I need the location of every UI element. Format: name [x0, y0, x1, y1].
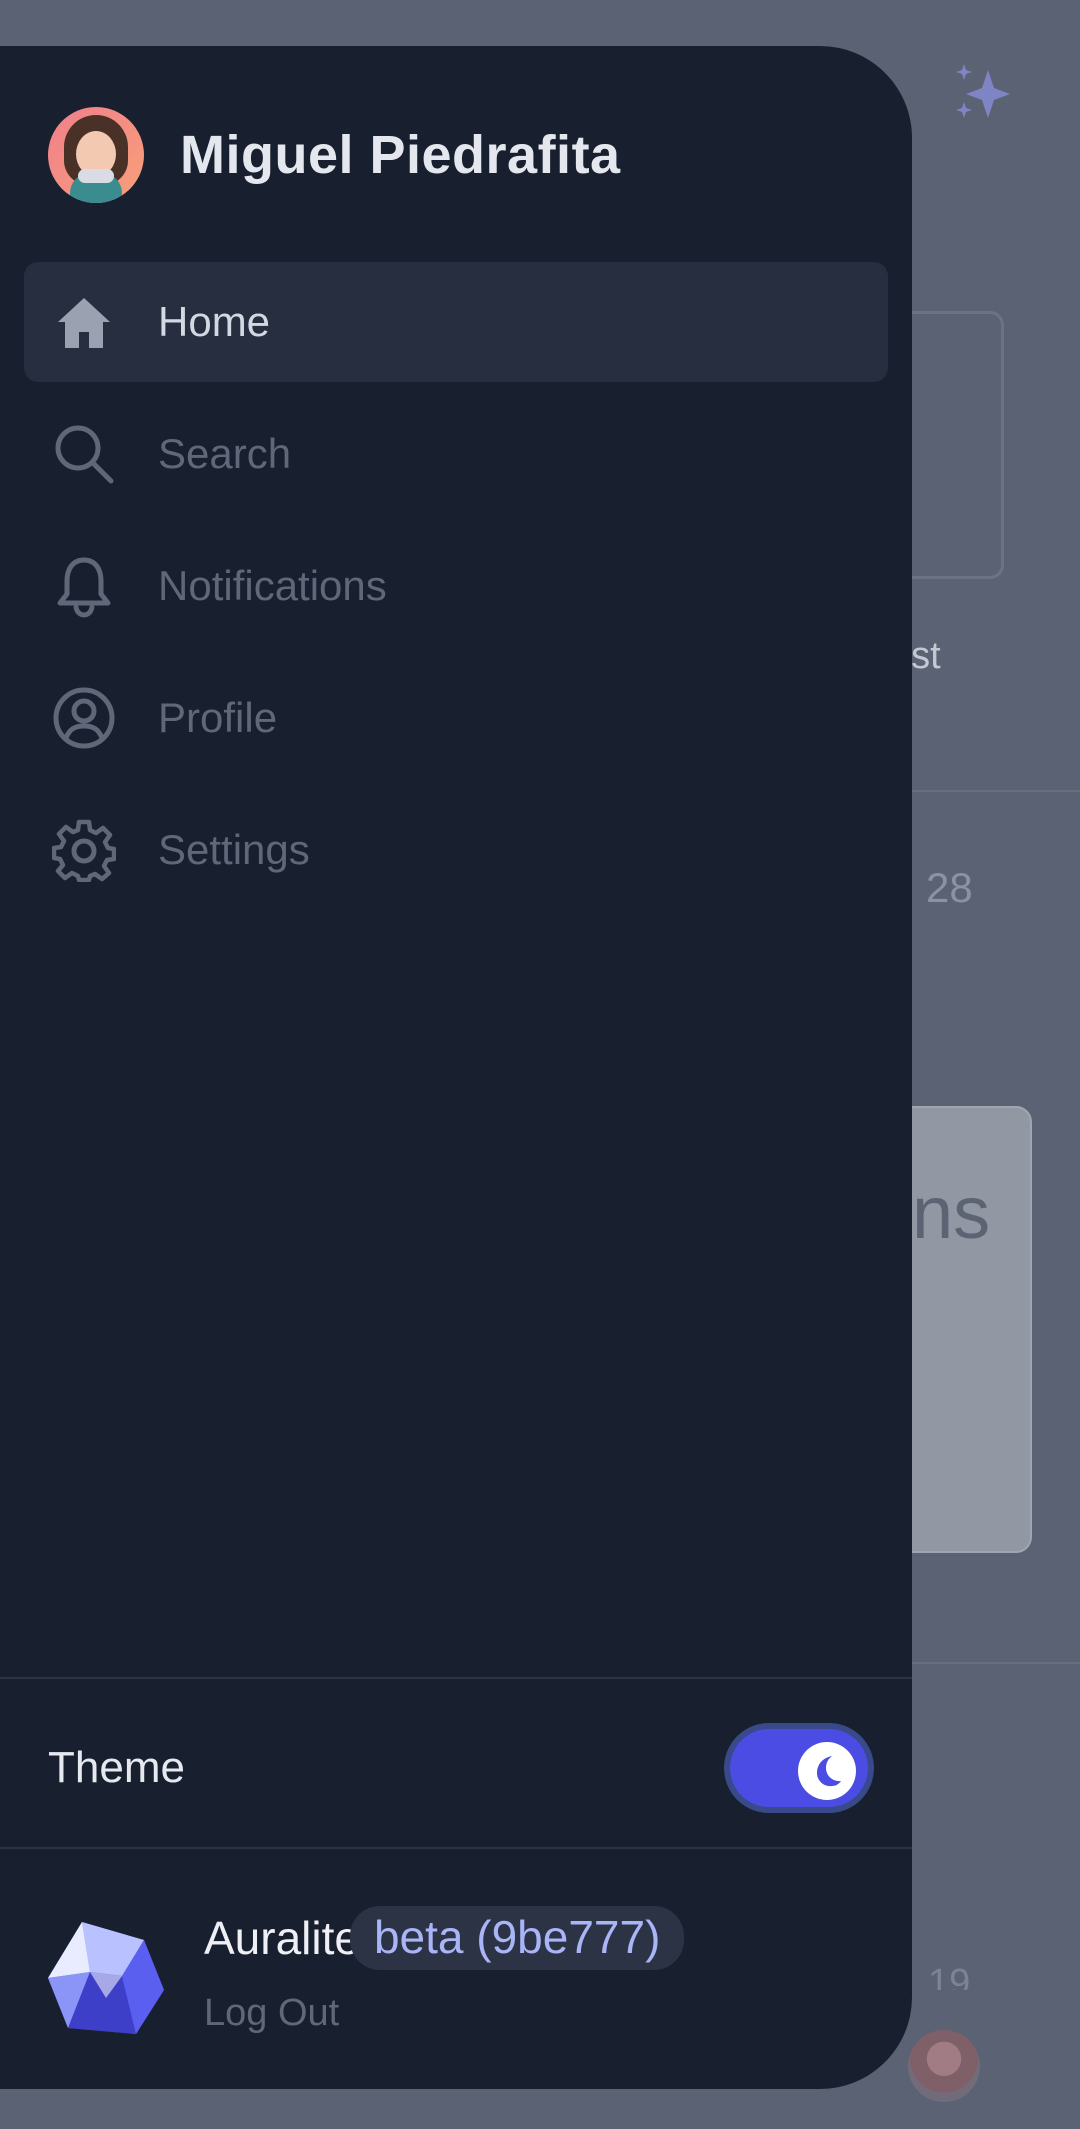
nav-item-search[interactable]: Search — [24, 394, 888, 514]
search-icon — [52, 422, 116, 486]
navigation-drawer: Miguel Piedrafita Home Search Notificati… — [0, 46, 912, 2089]
moon-icon — [817, 1756, 841, 1787]
nav-label-profile: Profile — [158, 694, 278, 741]
theme-row: Theme — [48, 1718, 874, 1818]
version-badge: beta (9be777) — [349, 1906, 685, 1970]
post-count: 19 — [928, 1962, 971, 1990]
app-name: Auralite — [204, 1912, 360, 1964]
profile-icon — [52, 686, 116, 750]
auralite-logo-icon — [48, 1922, 164, 2034]
gear-icon — [52, 818, 116, 882]
theme-toggle[interactable] — [724, 1723, 874, 1813]
sparkle-icon[interactable] — [952, 62, 1016, 126]
logout-button[interactable]: Log Out — [204, 1992, 339, 2035]
nav-item-profile[interactable]: Profile — [24, 658, 888, 778]
nav-label-home: Home — [158, 298, 271, 345]
brand-line: Auralite beta (9be777) — [204, 1906, 685, 1970]
user-name: Miguel Piedrafita — [180, 125, 621, 185]
drawer-header: Miguel Piedrafita — [48, 106, 621, 204]
avatar[interactable] — [48, 107, 144, 203]
feed-divider — [900, 790, 1080, 792]
nav-item-notifications[interactable]: Notifications — [24, 526, 888, 646]
nav-item-home[interactable]: Home — [24, 262, 888, 382]
feed-divider — [900, 1662, 1080, 1664]
post-image-text: ns — [912, 1171, 991, 1254]
post-count: 28 — [926, 864, 973, 911]
divider — [0, 1847, 912, 1849]
divider — [0, 1677, 912, 1679]
bell-icon — [52, 554, 116, 618]
nav-label-settings: Settings — [158, 826, 310, 873]
theme-label: Theme — [48, 1743, 185, 1792]
nav-item-settings[interactable]: Settings — [24, 790, 888, 910]
tab-bar-avatar — [908, 2030, 980, 2102]
nav-label-notifications: Notifications — [158, 562, 387, 609]
nav-label-search: Search — [158, 430, 292, 477]
drawer-footer: Auralite beta (9be777) Log Out — [44, 1904, 884, 2054]
home-icon — [52, 290, 116, 354]
nav-menu: Home Search Notifications Profile Settin… — [24, 262, 888, 922]
toggle-knob — [798, 1742, 856, 1800]
